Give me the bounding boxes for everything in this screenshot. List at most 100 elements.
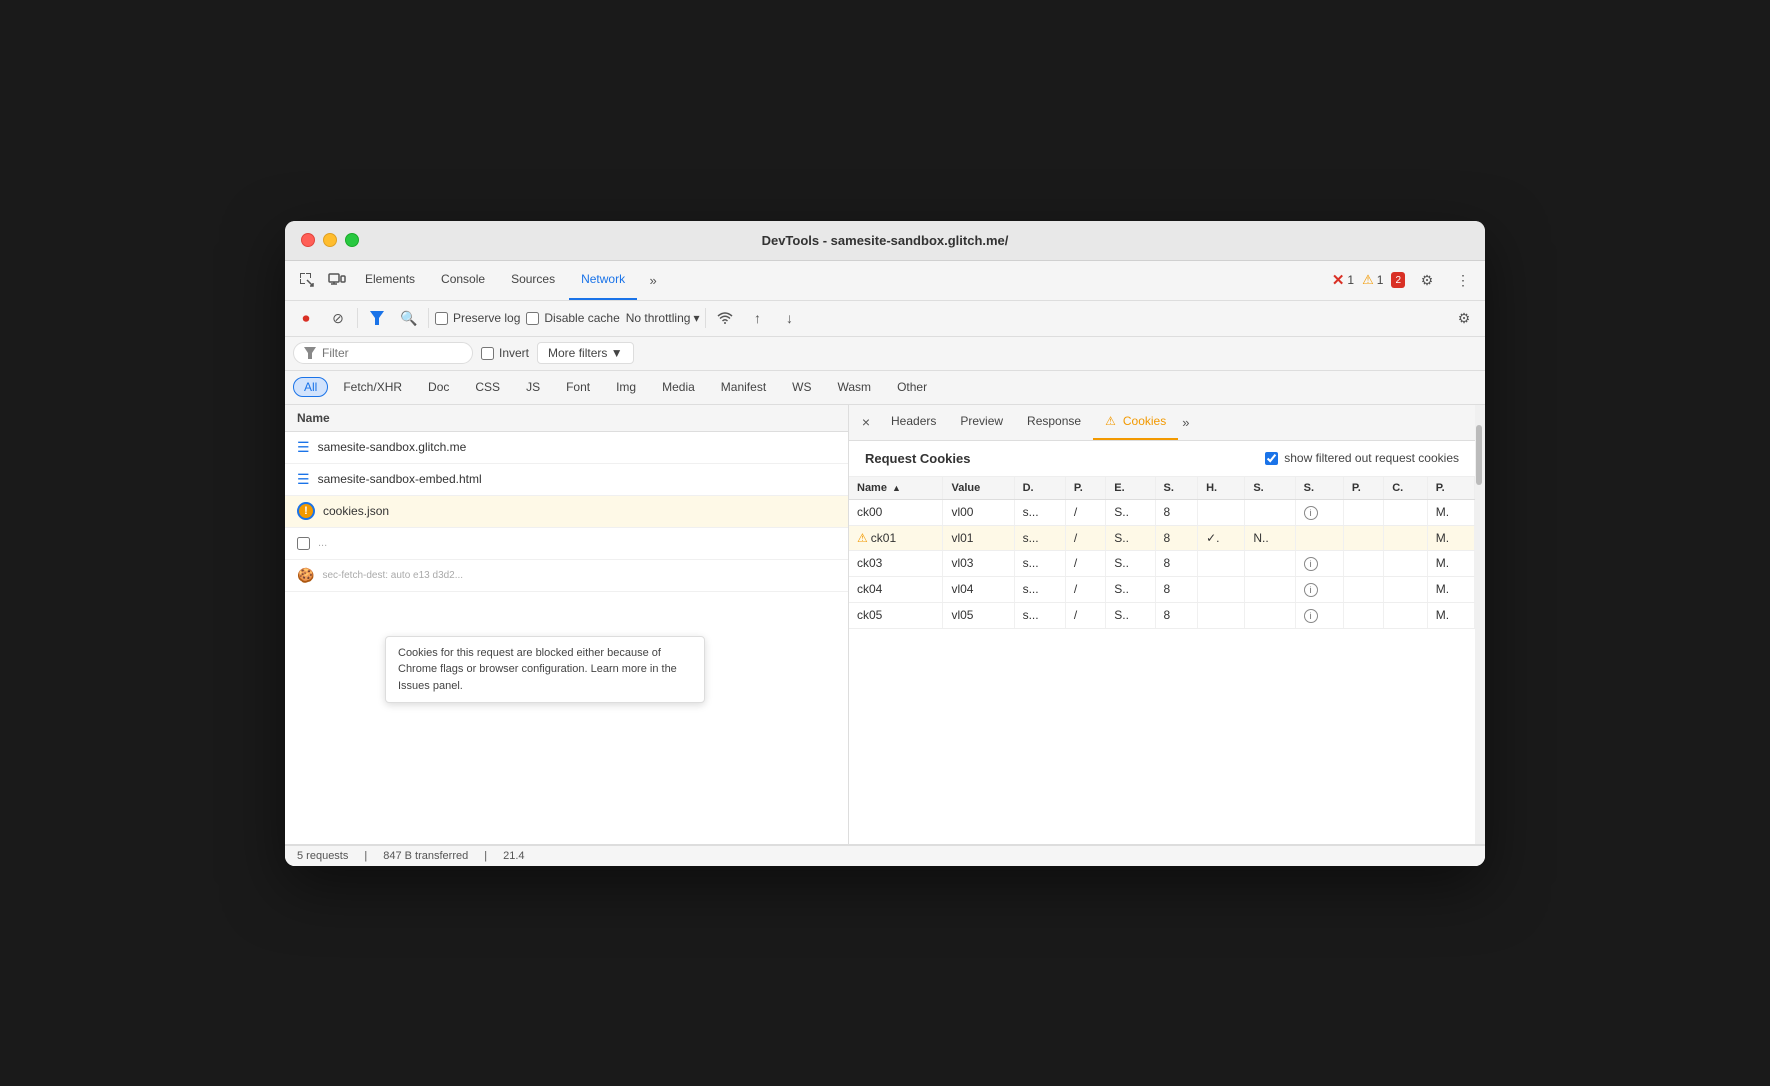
search-button[interactable]: 🔍: [396, 305, 422, 331]
tooltip: Cookies for this request are blocked eit…: [385, 636, 705, 704]
cookie-value: vl01: [943, 525, 1014, 550]
list-item[interactable]: ☰ samesite-sandbox-embed.html: [285, 464, 848, 496]
resource-size: 21.4: [503, 850, 524, 862]
list-item[interactable]: ☰ samesite-sandbox.glitch.me: [285, 432, 848, 464]
info-icon[interactable]: i: [1304, 583, 1318, 597]
requests-count: 5 requests: [297, 850, 348, 862]
tab-sources[interactable]: Sources: [499, 260, 567, 300]
info-icon[interactable]: i: [1304, 506, 1318, 520]
more-filters-button[interactable]: More filters ▼: [537, 342, 634, 364]
cookie-name: ck05: [849, 602, 943, 628]
col-p2[interactable]: P.: [1343, 477, 1383, 500]
main-content: Name ☰ samesite-sandbox.glitch.me ☰ same…: [285, 405, 1485, 845]
info-icon[interactable]: i: [1304, 609, 1318, 623]
list-item[interactable]: 🍪 sec-fetch-dest: auto e13 d3d2...: [285, 560, 848, 592]
tab-network[interactable]: Network: [569, 260, 637, 300]
file-list-header: Name: [285, 405, 848, 432]
tab-preview[interactable]: Preview: [948, 405, 1015, 441]
detail-tabs: × Headers Preview Response ⚠ Cookies: [849, 405, 1475, 441]
more-tabs-button[interactable]: »: [639, 266, 667, 294]
error-badge: ✕ 1: [1332, 271, 1354, 289]
tab-headers[interactable]: Headers: [879, 405, 948, 441]
file-list: Name ☰ samesite-sandbox.glitch.me ☰ same…: [285, 405, 849, 844]
show-filtered-checkbox[interactable]: [1265, 452, 1278, 465]
tab-response[interactable]: Response: [1015, 405, 1093, 441]
table-row[interactable]: ck00 vl00 s... / S.. 8 i: [849, 499, 1475, 525]
disable-cache-checkbox[interactable]: [526, 312, 539, 325]
cookie-value: vl04: [943, 576, 1014, 602]
invert-label[interactable]: Invert: [481, 346, 529, 360]
stop-recording-button[interactable]: ⏺: [293, 305, 319, 331]
cookie-warn-icon: ⚠: [857, 531, 868, 545]
type-btn-ws[interactable]: WS: [781, 377, 822, 397]
more-menu-icon[interactable]: ⋮: [1449, 266, 1477, 294]
clear-button[interactable]: ⊘: [325, 305, 351, 331]
type-btn-css[interactable]: CSS: [464, 377, 511, 397]
export-button[interactable]: ↓: [776, 305, 802, 331]
cookies-warn-icon: ⚠: [1105, 414, 1116, 428]
filter-input[interactable]: [322, 346, 462, 360]
type-btn-fetch-xhr[interactable]: Fetch/XHR: [332, 377, 413, 397]
list-checkbox[interactable]: [297, 537, 310, 550]
tab-elements[interactable]: Elements: [353, 260, 427, 300]
filter-bar: Invert More filters ▼: [285, 337, 1485, 371]
tab-console[interactable]: Console: [429, 260, 497, 300]
col-e[interactable]: E.: [1106, 477, 1155, 500]
col-name[interactable]: Name ▲: [849, 477, 943, 500]
type-btn-wasm[interactable]: Wasm: [827, 377, 883, 397]
table-row[interactable]: ck03 vl03 s... / S.. 8 i: [849, 550, 1475, 576]
device-icon[interactable]: [323, 266, 351, 294]
throttle-select[interactable]: No throttling ▾: [626, 311, 700, 325]
request-cookies-header: Request Cookies show filtered out reques…: [849, 441, 1475, 477]
scroll-thumb[interactable]: [1476, 425, 1482, 485]
list-item-cookies-json[interactable]: ! cookies.json Cookies for this request …: [285, 496, 848, 528]
more-detail-tabs-button[interactable]: »: [1178, 415, 1193, 430]
table-row[interactable]: ⚠ck01 vl01 s... / S.. 8 ✓. N..: [849, 525, 1475, 550]
cursor-icon[interactable]: [293, 266, 321, 294]
type-filter-bar: All Fetch/XHR Doc CSS JS Font Img Media …: [285, 371, 1485, 405]
type-btn-all[interactable]: All: [293, 377, 328, 397]
col-value[interactable]: Value: [943, 477, 1014, 500]
type-btn-manifest[interactable]: Manifest: [710, 377, 777, 397]
type-btn-font[interactable]: Font: [555, 377, 601, 397]
cookie-name: ck03: [849, 550, 943, 576]
col-p[interactable]: P.: [1065, 477, 1105, 500]
img-icon: 🍪: [297, 567, 314, 584]
col-s2[interactable]: S.: [1245, 477, 1295, 500]
traffic-lights: [301, 233, 359, 247]
scrollbar[interactable]: [1475, 405, 1485, 844]
preserve-log-checkbox[interactable]: [435, 312, 448, 325]
col-s3[interactable]: S.: [1295, 477, 1343, 500]
type-btn-media[interactable]: Media: [651, 377, 706, 397]
minimize-button[interactable]: [323, 233, 337, 247]
close-button[interactable]: [301, 233, 315, 247]
disable-cache-label[interactable]: Disable cache: [526, 311, 619, 325]
type-btn-js[interactable]: JS: [515, 377, 551, 397]
type-btn-img[interactable]: Img: [605, 377, 647, 397]
tab-cookies[interactable]: ⚠ Cookies: [1093, 405, 1178, 441]
maximize-button[interactable]: [345, 233, 359, 247]
filter-button[interactable]: [364, 305, 390, 331]
wifi-icon[interactable]: [712, 305, 738, 331]
col-d[interactable]: D.: [1014, 477, 1065, 500]
close-panel-button[interactable]: ×: [853, 409, 879, 435]
col-h[interactable]: H.: [1198, 477, 1245, 500]
type-btn-other[interactable]: Other: [886, 377, 938, 397]
devtools-window: DevTools - samesite-sandbox.glitch.me/: [285, 221, 1485, 866]
info-icon[interactable]: i: [1304, 557, 1318, 571]
preserve-log-label[interactable]: Preserve log: [435, 311, 520, 325]
cookie-value: vl05: [943, 602, 1014, 628]
type-btn-doc[interactable]: Doc: [417, 377, 460, 397]
list-item[interactable]: ...: [285, 528, 848, 560]
show-filtered-cookies-group: show filtered out request cookies: [1265, 451, 1459, 465]
table-row[interactable]: ck04 vl04 s... / S.. 8 i: [849, 576, 1475, 602]
network-settings-button[interactable]: ⚙: [1451, 305, 1477, 331]
doc-icon: ☰: [297, 439, 310, 456]
col-s[interactable]: S.: [1155, 477, 1198, 500]
col-p3[interactable]: P.: [1427, 477, 1474, 500]
settings-icon[interactable]: ⚙: [1413, 266, 1441, 294]
col-c[interactable]: C.: [1384, 477, 1428, 500]
table-row[interactable]: ck05 vl05 s... / S.. 8 i: [849, 602, 1475, 628]
import-button[interactable]: ↑: [744, 305, 770, 331]
invert-checkbox[interactable]: [481, 347, 494, 360]
